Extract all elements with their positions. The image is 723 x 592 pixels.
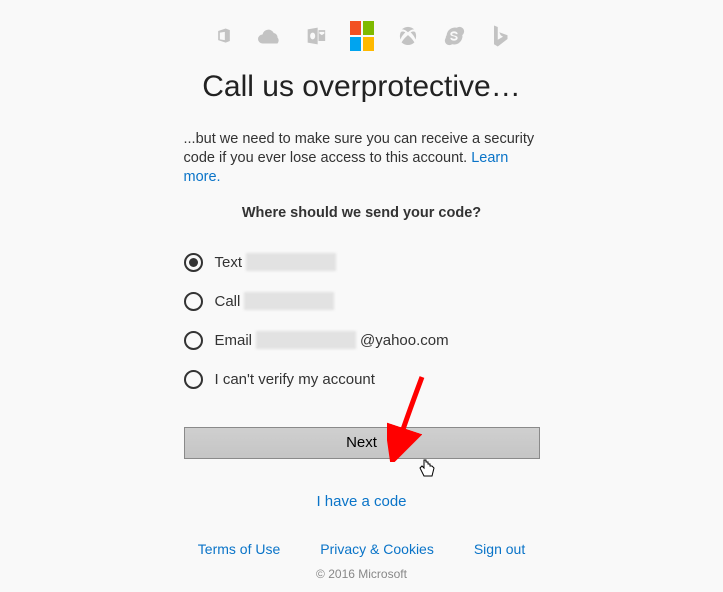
bing-icon bbox=[488, 24, 512, 48]
page-title: Call us overprotective… bbox=[0, 70, 723, 104]
description: ...but we need to make sure you can rece… bbox=[184, 130, 540, 187]
radio-icon[interactable] bbox=[184, 253, 203, 272]
onedrive-icon bbox=[258, 24, 282, 48]
option-cant-verify[interactable]: I can't verify my account bbox=[184, 360, 540, 399]
terms-link[interactable]: Terms of Use bbox=[198, 541, 280, 557]
have-code: I have a code bbox=[184, 493, 540, 511]
radio-icon[interactable] bbox=[184, 292, 203, 311]
prompt: Where should we send your code? bbox=[184, 205, 540, 221]
outlook-icon bbox=[304, 24, 328, 48]
header-icons bbox=[0, 0, 723, 48]
option-text[interactable]: Text bbox=[184, 243, 540, 282]
option-label: Call bbox=[215, 292, 335, 310]
office-icon bbox=[212, 24, 236, 48]
option-label: I can't verify my account bbox=[215, 371, 375, 388]
radio-icon[interactable] bbox=[184, 370, 203, 389]
radio-icon[interactable] bbox=[184, 331, 203, 350]
skype-icon bbox=[442, 24, 466, 48]
have-code-link[interactable]: I have a code bbox=[316, 493, 406, 510]
footer-links: Terms of Use Privacy & Cookies Sign out bbox=[184, 541, 540, 557]
copyright: © 2016 Microsoft bbox=[184, 567, 540, 581]
next-button[interactable]: Next bbox=[184, 427, 540, 459]
privacy-link[interactable]: Privacy & Cookies bbox=[320, 541, 434, 557]
option-call[interactable]: Call bbox=[184, 282, 540, 321]
signout-link[interactable]: Sign out bbox=[474, 541, 525, 557]
option-email[interactable]: Email @yahoo.com bbox=[184, 321, 540, 360]
masked-email bbox=[256, 331, 356, 349]
option-label: Text bbox=[215, 253, 337, 271]
option-label: Email @yahoo.com bbox=[215, 331, 449, 349]
masked-phone bbox=[244, 292, 334, 310]
microsoft-logo bbox=[350, 24, 374, 48]
masked-phone bbox=[246, 253, 336, 271]
xbox-icon bbox=[396, 24, 420, 48]
content: ...but we need to make sure you can rece… bbox=[184, 130, 540, 581]
